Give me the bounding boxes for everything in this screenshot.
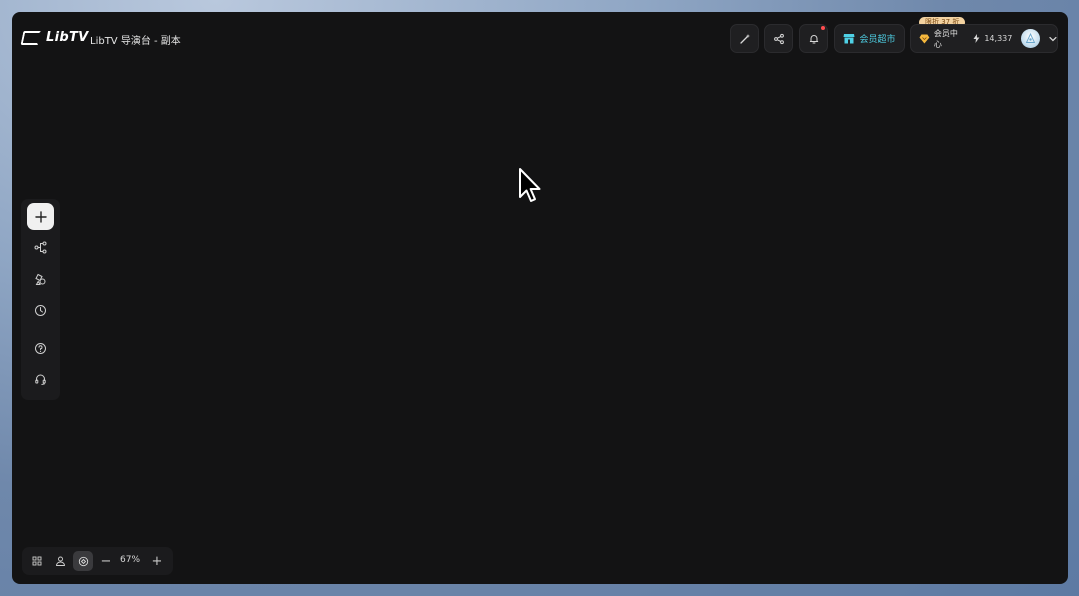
history-button[interactable] — [27, 297, 54, 324]
store-icon — [843, 34, 855, 44]
workflow-button[interactable] — [27, 234, 54, 261]
credit-balance: 14,337 — [984, 34, 1013, 43]
add-icon — [34, 210, 47, 223]
people-icon — [55, 556, 65, 566]
bell-icon — [809, 34, 818, 43]
help-icon — [35, 343, 46, 354]
pan-icon — [78, 556, 88, 566]
grid-icon — [32, 556, 42, 566]
app-window: LibTV LibTV 导演台 - 副本 会员超市 限折 37 折 会员中心 1… — [12, 12, 1068, 584]
minus-icon: − — [100, 553, 112, 569]
people-button[interactable] — [50, 551, 70, 571]
assets-icon — [35, 273, 46, 285]
lightning-icon — [973, 34, 980, 43]
mouse-cursor-icon — [519, 168, 541, 202]
share-button[interactable] — [764, 24, 793, 53]
history-icon — [35, 305, 46, 316]
pan-tool-button[interactable] — [73, 551, 93, 571]
member-shop-button[interactable]: 会员超市 — [834, 24, 905, 53]
notification-dot — [821, 26, 825, 30]
magic-button[interactable] — [730, 24, 759, 53]
avatar[interactable] — [1021, 29, 1041, 48]
zoom-out-button[interactable]: − — [96, 551, 116, 571]
diamond-heart-icon — [919, 34, 930, 43]
workflow-icon — [34, 241, 47, 254]
account-menu[interactable]: 会员中心 14,337 — [910, 24, 1058, 53]
logo[interactable]: LibTV — [20, 30, 89, 45]
member-center-label[interactable]: 会员中心 — [934, 28, 966, 50]
member-shop-label: 会员超市 — [859, 35, 896, 45]
grid-view-button[interactable] — [27, 551, 47, 571]
magic-wand-icon — [739, 33, 750, 44]
add-node-button[interactable] — [27, 203, 54, 230]
share-icon — [773, 33, 784, 44]
zoom-level[interactable]: 67% — [120, 555, 140, 565]
chevron-down-icon[interactable] — [1049, 36, 1057, 42]
avatar-icon — [1026, 33, 1036, 43]
assets-button[interactable] — [27, 266, 54, 293]
bottom-toolbar: − 67% + — [22, 547, 173, 575]
left-toolbar — [21, 199, 60, 400]
logo-text: LibTV — [46, 30, 89, 45]
support-icon — [35, 374, 46, 385]
help-button[interactable] — [27, 335, 54, 362]
support-button[interactable] — [27, 366, 54, 393]
zoom-in-button[interactable]: + — [147, 551, 167, 571]
document-title[interactable]: LibTV 导演台 - 副本 — [90, 32, 181, 47]
notification-button[interactable] — [799, 24, 828, 53]
logo-mark-icon — [20, 30, 42, 45]
plus-icon: + — [151, 553, 163, 569]
